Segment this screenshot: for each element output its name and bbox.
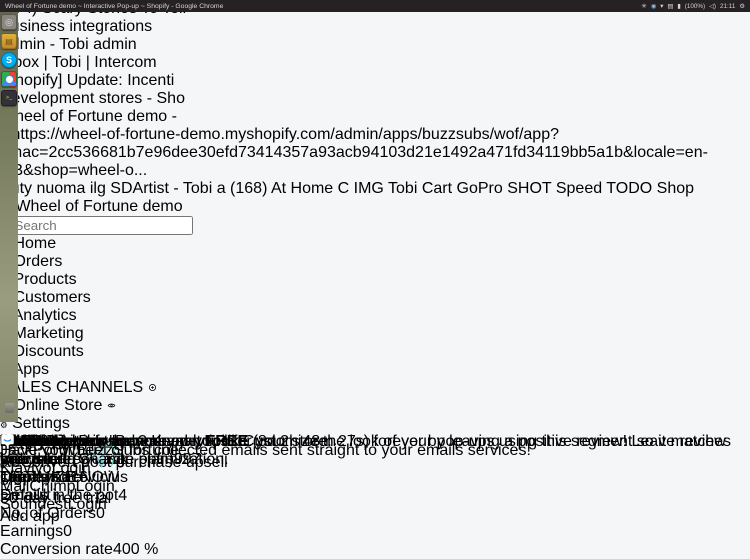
clock: 21:11 <box>720 3 735 10</box>
keyboard-layout-icon[interactable] <box>667 3 673 10</box>
battery-percent: (100%) <box>685 3 705 10</box>
system-top-bar: Wheel of Fortune demo ~ Interactive Pop-… <box>0 0 750 12</box>
browser-window: (174) Scary Stories To Tell Business int… <box>0 0 750 433</box>
search-input[interactable] <box>12 216 193 235</box>
store-name: Wheel of Fortune demo <box>15 198 182 215</box>
indicator-icon[interactable] <box>651 3 657 10</box>
bookmark-folder[interactable]: Speed <box>556 180 602 197</box>
ubuntu-dock <box>0 12 18 422</box>
chat-bubble-icon <box>0 433 15 448</box>
bookmark[interactable]: SDArtist - Tobi a <box>110 180 225 197</box>
sidebar-item-orders[interactable]: Orders <box>0 253 750 271</box>
mobile-preview-label: Mobile preview <box>0 433 107 451</box>
volume-icon[interactable] <box>709 3 716 10</box>
sidebar-item-products[interactable]: Products <box>0 271 750 289</box>
sidebar-item-analytics[interactable]: Analytics <box>0 307 750 325</box>
sidebar-item-customers[interactable]: Customers <box>0 289 750 307</box>
stats-row: Earnings0 <box>0 523 201 541</box>
bookmark-folder[interactable]: SHOT <box>507 180 551 197</box>
shopify-search[interactable] <box>0 216 750 235</box>
chrome-icon[interactable] <box>1 71 17 87</box>
window-title: Wheel of Fortune demo ~ Interactive Pop-… <box>5 3 641 10</box>
theme-label: Theme <box>0 469 179 487</box>
address-bar-row: https://wheel-of-fortune-demo.myshopify.… <box>0 126 750 180</box>
theme-select[interactable]: Default <box>0 487 179 505</box>
store-switcher[interactable]: Wheel of Fortune demo <box>0 198 750 216</box>
tab-strip: (174) Scary Stories To Tell Business int… <box>0 0 750 126</box>
url-text: https://wheel-of-fortune-demo.myshopify.… <box>0 126 708 179</box>
shopify-sidebar: Home Orders Products Customers Analytics… <box>0 235 750 433</box>
bookmarks-bar: Buty nuoma ilg SDArtist - Tobi a (168) A… <box>0 180 750 198</box>
bookmark-folder[interactable]: Shop <box>657 180 694 197</box>
files-icon[interactable] <box>1 33 17 49</box>
sidebar-item-home[interactable]: Home <box>0 235 750 253</box>
trash-icon[interactable] <box>1 400 17 416</box>
sidebar-item-marketing[interactable]: Marketing <box>0 325 750 343</box>
browser-tab-active[interactable]: Wheel of Fortune demo - <box>0 108 750 126</box>
sales-channels-header: SALES CHANNELS <box>0 379 750 397</box>
browser-tab[interactable]: Inbox | Tobi | Intercom <box>0 54 750 72</box>
network-icon[interactable] <box>660 3 663 10</box>
bookmark-folder[interactable]: IMG <box>354 180 384 197</box>
terminal-icon[interactable] <box>1 90 17 106</box>
bookmark[interactable]: (168) At Home C <box>230 180 349 197</box>
skype-icon[interactable] <box>1 52 17 68</box>
shopify-top-nav: Wheel of Fortune demo <box>0 198 750 235</box>
browser-tab[interactable]: Development stores - Sho <box>0 90 750 108</box>
stats-row: Conversion rate400 % <box>0 541 201 559</box>
sidebar-item-discounts[interactable]: Discounts <box>0 343 750 361</box>
sidebar-item-apps[interactable]: Apps <box>0 361 750 379</box>
browser-tab[interactable]: Admin - Tobi admin <box>0 36 750 54</box>
url-omnibox[interactable]: https://wheel-of-fortune-demo.myshopify.… <box>0 126 750 180</box>
session-gear-icon[interactable] <box>739 3 745 10</box>
bookmark-folder[interactable]: TODO <box>606 180 652 197</box>
bookmark-folder[interactable]: GoPro <box>457 180 503 197</box>
eye-icon[interactable] <box>107 401 116 410</box>
intercom-chat-button[interactable] <box>0 433 15 453</box>
browser-tab[interactable]: [Shopify] Update: Incenti <box>0 72 750 90</box>
bookmark-folder[interactable]: Cart <box>422 180 452 197</box>
browser-tab[interactable]: Business integrations <box>0 18 750 36</box>
bookmark-folder[interactable]: Tobi <box>388 180 417 197</box>
sidebar-item-online-store[interactable]: Online Store <box>0 397 750 415</box>
battery-icon <box>677 3 680 10</box>
indicator-icon[interactable] <box>641 3 646 10</box>
add-channel-icon[interactable] <box>148 383 157 392</box>
workspace-icon[interactable] <box>1 14 17 30</box>
colors-heading: Colors <box>0 460 179 469</box>
sidebar-item-settings[interactable]: ⚙ Settings <box>0 415 750 433</box>
